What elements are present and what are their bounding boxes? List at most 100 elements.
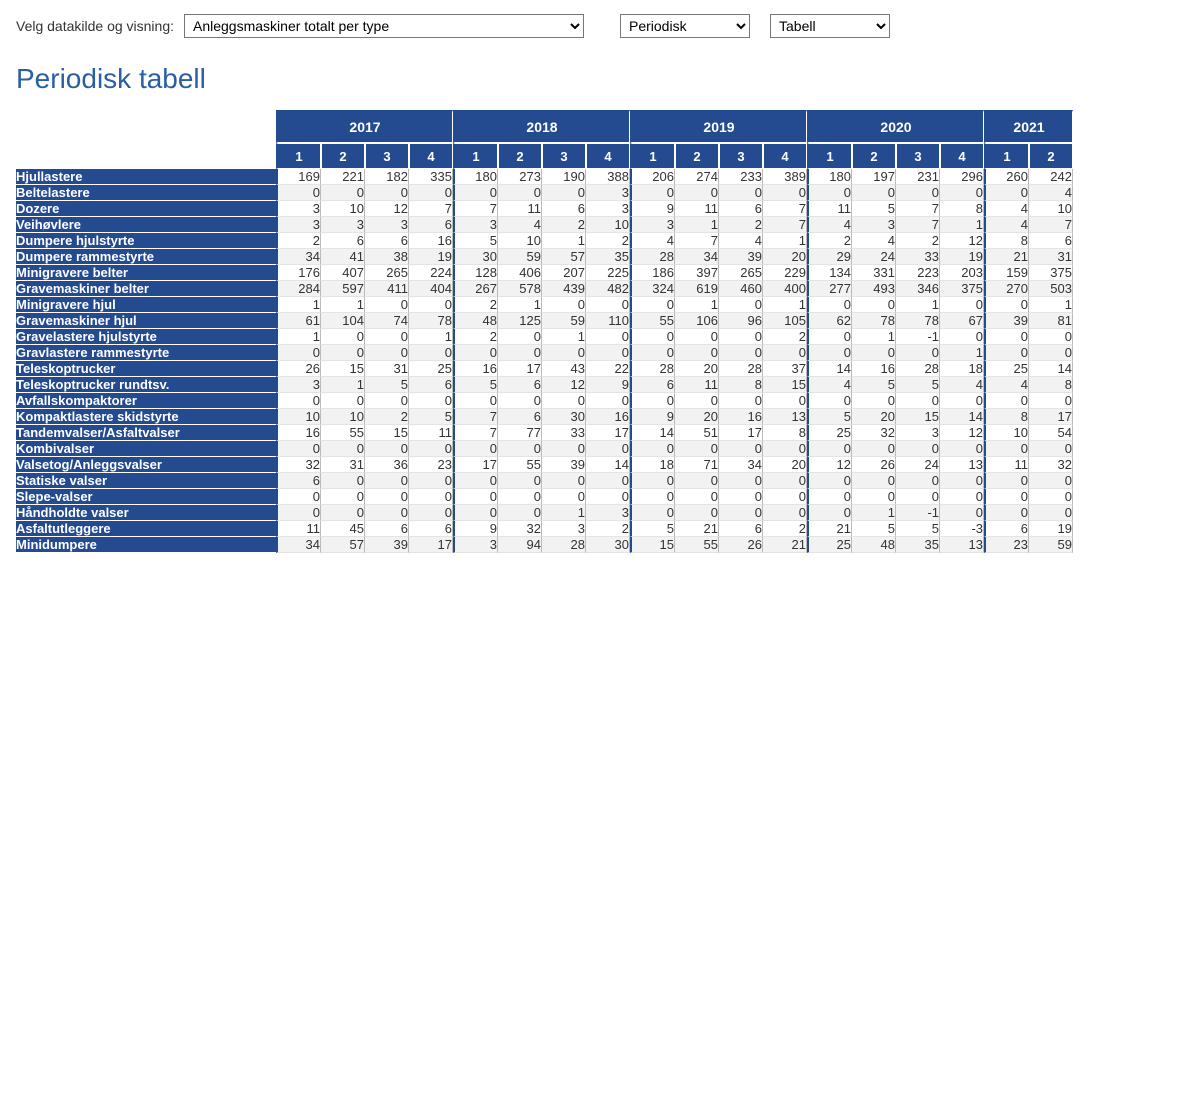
quarter-header: 3 (542, 143, 586, 169)
cell-value: 0 (365, 297, 409, 313)
cell-value: 0 (498, 505, 542, 521)
cell-value: 0 (1029, 473, 1073, 489)
cell-value: 0 (630, 329, 675, 345)
cell-value: 0 (807, 345, 852, 361)
cell-value: 4 (984, 377, 1029, 393)
quarter-header: 1 (453, 143, 498, 169)
cell-value: 59 (498, 249, 542, 265)
cell-value: 5 (453, 233, 498, 249)
cell-value: 6 (719, 201, 763, 217)
cell-value: 14 (630, 425, 675, 441)
cell-value: 6 (365, 521, 409, 537)
cell-value: 0 (276, 393, 321, 409)
row-label: Avfallskompaktorer (16, 393, 276, 409)
cell-value: 0 (763, 345, 807, 361)
table-row: Gravemaskiner belter28459741140426757843… (16, 281, 1073, 297)
view-select[interactable]: Tabell (770, 14, 890, 38)
cell-value: 18 (940, 361, 984, 377)
cell-value: 7 (763, 217, 807, 233)
cell-value: 9 (453, 521, 498, 537)
cell-value: 14 (1029, 361, 1073, 377)
cell-value: 221 (321, 169, 365, 185)
cell-value: 242 (1029, 169, 1073, 185)
cell-value: 0 (675, 345, 719, 361)
cell-value: 346 (896, 281, 940, 297)
table-row: Veihøvlere3336342103127437147 (16, 217, 1073, 233)
cell-value: 2 (586, 521, 630, 537)
cell-value: 8 (940, 201, 984, 217)
cell-value: 2 (276, 233, 321, 249)
table-row: Slepe-valser000000000000000000 (16, 489, 1073, 505)
period-select[interactable]: Periodisk (620, 14, 750, 38)
cell-value: 13 (763, 409, 807, 425)
cell-value: 7 (453, 201, 498, 217)
datasource-select[interactable]: Anleggsmaskiner totalt per type (184, 14, 584, 38)
cell-value: 34 (276, 537, 321, 553)
cell-value: 0 (940, 473, 984, 489)
cell-value: 17 (453, 457, 498, 473)
cell-value: 81 (1029, 313, 1073, 329)
cell-value: 22 (586, 361, 630, 377)
cell-value: 0 (276, 489, 321, 505)
cell-value: 8 (984, 233, 1029, 249)
cell-value: 0 (542, 185, 586, 201)
cell-value: 34 (675, 249, 719, 265)
cell-value: 0 (984, 297, 1029, 313)
cell-value: 0 (453, 441, 498, 457)
table-row: Valsetog/Anleggsvalser323136231755391418… (16, 457, 1073, 473)
cell-value: 260 (984, 169, 1029, 185)
cell-value: 31 (1029, 249, 1073, 265)
cell-value: 0 (940, 505, 984, 521)
cell-value: 0 (542, 393, 586, 409)
cell-value: 270 (984, 281, 1029, 297)
row-label: Hjullastere (16, 169, 276, 185)
cell-value: 7 (896, 217, 940, 233)
cell-value: 25 (984, 361, 1029, 377)
cell-value: 43 (542, 361, 586, 377)
cell-value: 4 (984, 217, 1029, 233)
cell-value: 0 (896, 393, 940, 409)
cell-value: 6 (719, 521, 763, 537)
cell-value: 2 (719, 217, 763, 233)
cell-value: 19 (1029, 521, 1073, 537)
cell-value: 10 (586, 217, 630, 233)
cell-value: 5 (409, 409, 453, 425)
cell-value: 186 (630, 265, 675, 281)
cell-value: 0 (542, 489, 586, 505)
cell-value: 0 (807, 297, 852, 313)
cell-value: 23 (984, 537, 1029, 553)
cell-value: 61 (276, 313, 321, 329)
cell-value: 7 (409, 201, 453, 217)
cell-value: 0 (763, 473, 807, 489)
cell-value: 134 (807, 265, 852, 281)
cell-value: 6 (984, 521, 1029, 537)
cell-value: 0 (807, 393, 852, 409)
cell-value: 0 (409, 489, 453, 505)
year-header: 2018 (453, 110, 630, 143)
cell-value: 0 (1029, 345, 1073, 361)
cell-value: 0 (1029, 393, 1073, 409)
quarter-header: 1 (630, 143, 675, 169)
cell-value: 12 (940, 233, 984, 249)
cell-value: 20 (675, 409, 719, 425)
cell-value: 397 (675, 265, 719, 281)
cell-value: 1 (896, 297, 940, 313)
cell-value: 77 (498, 425, 542, 441)
cell-value: 0 (321, 345, 365, 361)
cell-value: 0 (453, 489, 498, 505)
quarter-header: 4 (940, 143, 984, 169)
cell-value: 39 (542, 457, 586, 473)
cell-value: 0 (365, 473, 409, 489)
cell-value: 3 (586, 201, 630, 217)
data-table: 20172018201920202021123412341234123412 H… (16, 110, 1073, 553)
cell-value: 17 (719, 425, 763, 441)
cell-value: 54 (1029, 425, 1073, 441)
cell-value: 34 (719, 457, 763, 473)
row-label: Gravlastere rammestyrte (16, 345, 276, 361)
cell-value: 273 (498, 169, 542, 185)
cell-value: 277 (807, 281, 852, 297)
cell-value: 0 (321, 329, 365, 345)
cell-value: 10 (984, 425, 1029, 441)
cell-value: 0 (498, 441, 542, 457)
cell-value: 0 (675, 473, 719, 489)
